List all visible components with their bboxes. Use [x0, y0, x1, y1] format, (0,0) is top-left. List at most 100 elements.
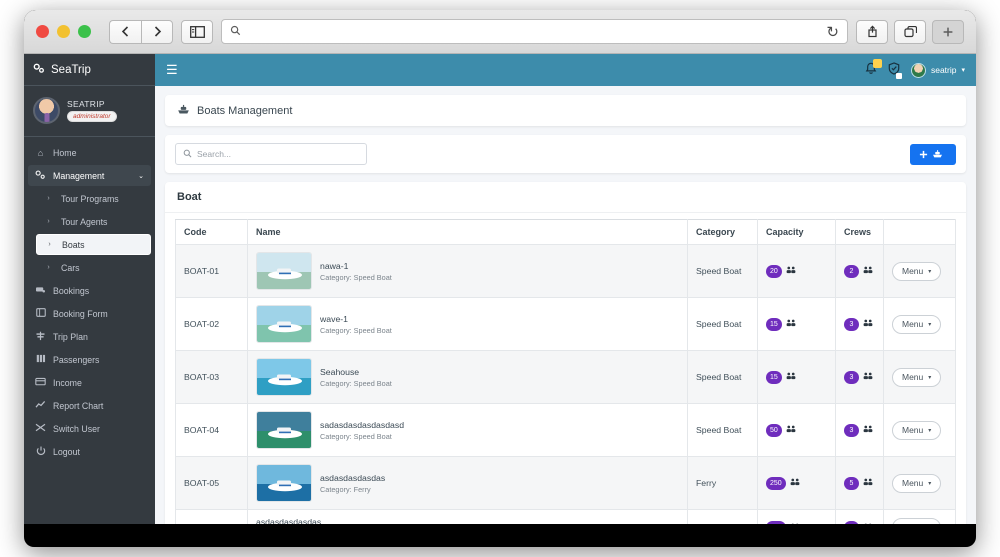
role-badge: administrator	[67, 111, 117, 122]
people-icon	[863, 319, 873, 329]
search-icon	[183, 149, 192, 160]
browser-toolbar: ↻	[24, 10, 976, 54]
sidebar-item-report-chart[interactable]: Report Chart	[28, 395, 151, 416]
column-header-crews[interactable]: Crews	[835, 219, 884, 245]
sidebar-item-tour-agents[interactable]: › Tour Agents	[36, 211, 151, 232]
table-card-title: Boat	[177, 191, 202, 203]
sidebar-item-cars[interactable]: › Cars	[36, 257, 151, 278]
row-menu-button[interactable]: Menu ▾	[892, 367, 942, 387]
table-row[interactable]: BOAT-05 asdasdasdasdas Category: Ferry F…	[175, 456, 956, 510]
cell-name: wave-1 Category: Speed Boat	[247, 297, 688, 351]
table-row[interactable]: BOAT-02 wave-1 Category: Speed Boat Spee…	[175, 297, 956, 351]
boat-name-text: asdasdasdasdas Category: Ferry	[256, 517, 321, 524]
sidebar-item-tour-programs[interactable]: › Tour Programs	[36, 188, 151, 209]
sidebar-item-trip-plan[interactable]: Trip Plan	[28, 326, 151, 347]
table-row[interactable]: BOAT-03 Seahouse Category: Speed Boat Sp…	[175, 350, 956, 404]
minimize-window-button[interactable]	[57, 25, 70, 38]
boat-category-sub: Category: Speed Boat	[320, 272, 392, 282]
sidebar-item-income[interactable]: Income	[28, 372, 151, 393]
share-button[interactable]	[856, 19, 888, 44]
navigation-buttons	[109, 19, 173, 44]
capacity-badge: 250	[766, 476, 786, 490]
sidebar-item-label: Logout	[53, 446, 80, 457]
app-viewport: SeaTrip SEATRIP administrator ⌂ Home Man…	[24, 54, 976, 524]
column-header-code[interactable]: Code	[175, 219, 248, 245]
sidebar-item-switch-user[interactable]: Switch User	[28, 418, 151, 439]
page-title: Boats Management	[197, 104, 293, 117]
sidebar-user-panel[interactable]: SEATRIP administrator	[24, 86, 155, 137]
column-header-category[interactable]: Category	[687, 219, 758, 245]
chevron-down-icon: ▾	[961, 67, 965, 74]
row-menu-label: Menu	[902, 523, 923, 525]
sidebar-item-boats[interactable]: › Boats	[36, 234, 151, 255]
new-tab-button[interactable]	[932, 19, 964, 44]
boat-thumbnail	[256, 411, 312, 449]
forward-button[interactable]	[141, 19, 173, 44]
top-navbar: ☰ seatrip ▾	[155, 54, 976, 86]
boat-category-sub: Category: Speed Boat	[320, 325, 392, 335]
sidebar-user-name: SEATRIP	[67, 99, 105, 109]
brand[interactable]: SeaTrip	[24, 54, 155, 86]
boat-name-text: nawa-1 Category: Speed Boat	[320, 261, 392, 282]
reload-icon[interactable]: ↻	[826, 23, 839, 41]
crews-badge: 3	[844, 370, 859, 384]
row-menu-button[interactable]: Menu ▾	[892, 261, 942, 281]
row-menu-button[interactable]: Menu ▾	[892, 420, 942, 440]
table-row[interactable]: BOAT-06 asdasdasdasdas Category: Ferry F…	[175, 509, 956, 525]
tab-overview-button[interactable]	[894, 19, 926, 44]
sidebar-item-home[interactable]: ⌂ Home	[28, 142, 151, 163]
sidebar-item-booking-form[interactable]: Booking Form	[28, 303, 151, 324]
row-menu-label: Menu	[902, 372, 924, 382]
brand-name: SeaTrip	[51, 63, 91, 76]
user-menu[interactable]: seatrip ▾	[910, 62, 965, 78]
window-controls[interactable]	[36, 25, 91, 38]
table-row[interactable]: BOAT-01 nawa-1 Category: Speed Boat Spee…	[175, 244, 956, 298]
cell-capacity: 15	[757, 297, 836, 351]
chevron-down-icon: ▾	[928, 427, 932, 434]
row-menu-button[interactable]: Menu ▾	[892, 473, 942, 493]
table-wrapper: Code Name Category Capacity Crews BOAT-0…	[165, 213, 966, 524]
crews-badge-wrap: 2	[844, 264, 875, 278]
people-icon	[863, 523, 873, 524]
cell-category: Speed Boat	[687, 350, 758, 404]
gears-icon	[33, 63, 45, 77]
row-menu-button[interactable]: Menu ▾	[892, 314, 942, 334]
cell-actions: Menu ▾	[883, 509, 956, 525]
sidebar-item-label: Switch User	[53, 423, 100, 434]
sidebar-item-management[interactable]: Management ⌄	[28, 165, 151, 186]
boat-name: Seahouse	[320, 366, 360, 377]
maximize-window-button[interactable]	[78, 25, 91, 38]
notifications-button[interactable]	[865, 59, 882, 78]
table-row[interactable]: BOAT-04 sadasdasdasdasdasd Category: Spe…	[175, 403, 956, 457]
people-icon	[863, 478, 873, 488]
shield-check-icon[interactable]	[888, 62, 902, 79]
sidebar-item-logout[interactable]: Logout	[28, 441, 151, 462]
boat-category-sub: Category: Speed Boat	[320, 431, 392, 441]
cell-name: asdasdasdasdas Category: Ferry	[247, 509, 688, 524]
switch-user-icon	[35, 423, 46, 434]
add-boat-button[interactable]	[910, 143, 956, 165]
hamburger-icon[interactable]: ☰	[166, 62, 178, 78]
cell-capacity: 250	[757, 456, 836, 510]
chevron-down-icon: ▾	[928, 480, 932, 487]
cell-actions: Menu ▾	[883, 403, 956, 457]
address-bar[interactable]: ↻	[221, 19, 848, 44]
crews-badge-wrap: 3	[844, 423, 875, 437]
page-scroll-region[interactable]: Boats Management Search... Boat Code Nam…	[155, 86, 976, 524]
back-button[interactable]	[109, 19, 141, 44]
column-header-capacity[interactable]: Capacity	[757, 219, 836, 245]
row-menu-button[interactable]: Menu ▾	[892, 518, 942, 525]
column-header-name[interactable]: Name	[247, 219, 688, 245]
cell-code: BOAT-03	[175, 350, 248, 404]
boat-thumbnail	[256, 252, 312, 290]
table-card-header: Boat	[165, 182, 966, 213]
close-window-button[interactable]	[36, 25, 49, 38]
search-input[interactable]: Search...	[175, 143, 367, 165]
capacity-badge-wrap: 250	[766, 476, 827, 490]
cell-actions: Menu ▾	[883, 350, 956, 404]
boat-thumbnail	[256, 464, 312, 502]
sidebar-toggle-button[interactable]	[181, 19, 213, 44]
browser-actions	[856, 19, 964, 44]
sidebar-item-passengers[interactable]: Passengers	[28, 349, 151, 370]
sidebar-item-bookings[interactable]: Bookings	[28, 280, 151, 301]
